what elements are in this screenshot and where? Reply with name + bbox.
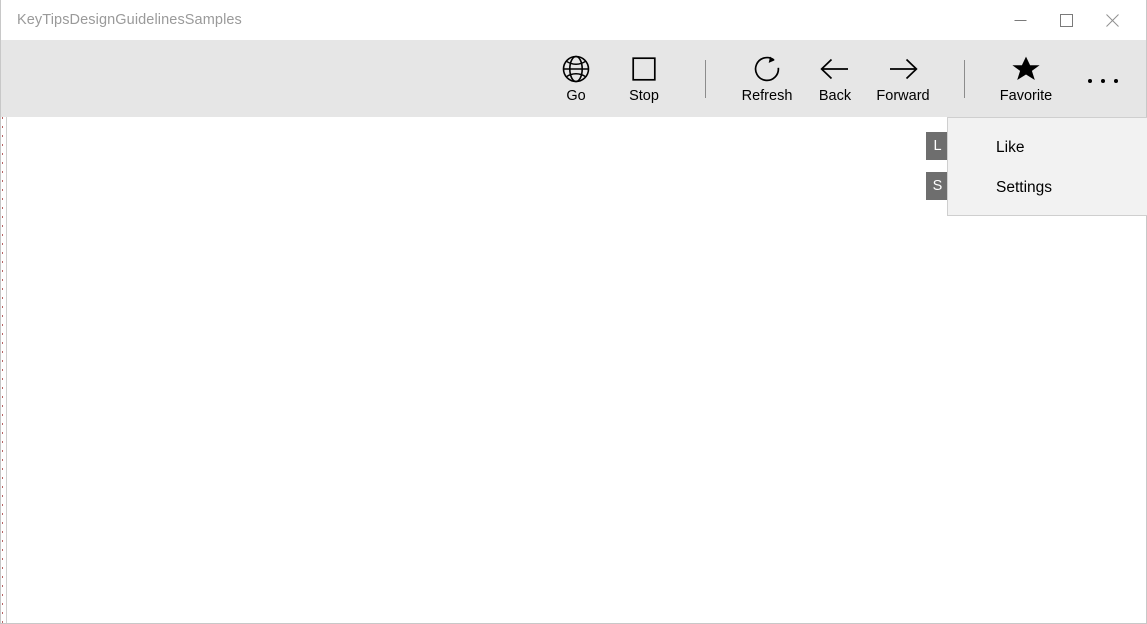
ellipsis-icon bbox=[1088, 71, 1118, 86]
keytip-badge-like: L bbox=[926, 132, 949, 160]
command-button-back[interactable]: Back bbox=[801, 40, 869, 117]
command-label: Favorite bbox=[999, 87, 1053, 104]
refresh-icon bbox=[752, 53, 782, 85]
maximize-icon bbox=[1059, 13, 1073, 27]
menu-item-label: Like bbox=[996, 139, 1025, 156]
title-bar: KeyTipsDesignGuidelinesSamples bbox=[1, 0, 1146, 40]
command-bar-separator bbox=[964, 59, 965, 98]
content-left-rule bbox=[6, 117, 7, 623]
app-window: KeyTipsDesignGuidelinesSamples Go Stop R… bbox=[0, 0, 1147, 624]
command-label: Forward bbox=[876, 87, 930, 104]
overflow-menu: Like Settings bbox=[947, 117, 1147, 216]
overflow-button[interactable] bbox=[1074, 40, 1132, 117]
minimize-icon bbox=[1014, 14, 1027, 27]
menu-item-settings[interactable]: Settings bbox=[948, 168, 1147, 208]
minimize-button[interactable] bbox=[997, 0, 1043, 40]
command-bar-separator bbox=[705, 59, 706, 98]
arrow-left-icon bbox=[819, 53, 851, 85]
close-icon bbox=[1105, 13, 1119, 27]
maximize-button[interactable] bbox=[1043, 0, 1089, 40]
focus-rect-marker bbox=[2, 117, 3, 623]
arrow-right-icon bbox=[887, 53, 919, 85]
command-button-forward[interactable]: Forward bbox=[869, 40, 937, 117]
window-title: KeyTipsDesignGuidelinesSamples bbox=[17, 12, 242, 28]
globe-icon bbox=[561, 53, 591, 85]
command-label: Back bbox=[818, 87, 852, 104]
command-button-favorite[interactable]: Favorite bbox=[992, 40, 1060, 117]
command-bar: Go Stop Refresh Back Forward Favorite bbox=[1, 40, 1146, 117]
square-icon bbox=[629, 53, 659, 85]
menu-item-label: Settings bbox=[996, 179, 1053, 196]
keytip-badge-settings: S bbox=[926, 172, 949, 200]
command-button-go[interactable]: Go bbox=[542, 40, 610, 117]
command-label: Stop bbox=[629, 87, 659, 104]
command-label: Go bbox=[566, 87, 586, 104]
command-label: Refresh bbox=[741, 87, 793, 104]
caption-buttons bbox=[997, 0, 1146, 40]
menu-item-like[interactable]: Like bbox=[948, 128, 1147, 168]
star-icon bbox=[1010, 53, 1042, 85]
command-button-stop[interactable]: Stop bbox=[610, 40, 678, 117]
close-button[interactable] bbox=[1089, 0, 1135, 40]
command-button-refresh[interactable]: Refresh bbox=[733, 40, 801, 117]
